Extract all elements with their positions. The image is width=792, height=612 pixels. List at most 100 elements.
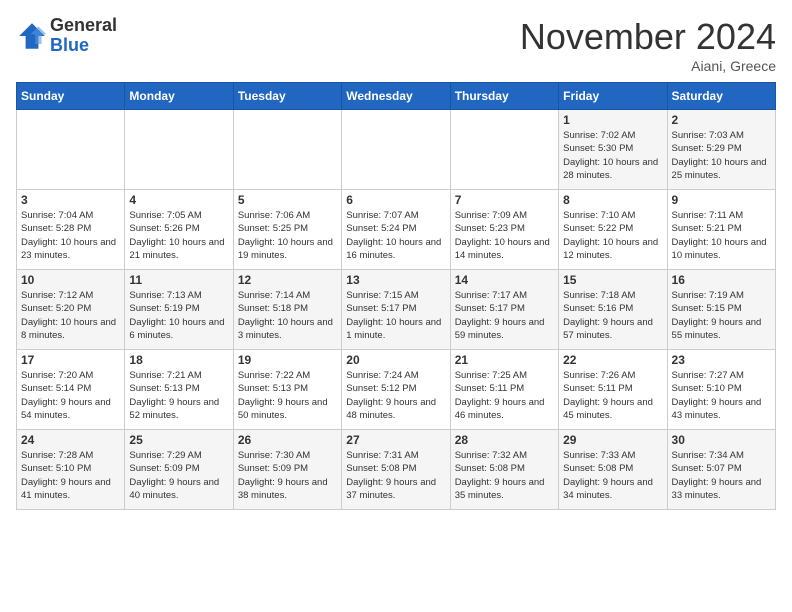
day-info: Sunrise: 7:32 AMSunset: 5:08 PMDaylight:… xyxy=(455,449,554,502)
calendar-week-4: 17 Sunrise: 7:20 AMSunset: 5:14 PMDayligh… xyxy=(17,350,776,430)
day-info: Sunrise: 7:25 AMSunset: 5:11 PMDaylight:… xyxy=(455,369,554,422)
calendar-table: SundayMondayTuesdayWednesdayThursdayFrid… xyxy=(16,82,776,510)
day-number: 24 xyxy=(21,433,120,447)
day-number: 3 xyxy=(21,193,120,207)
day-number: 20 xyxy=(346,353,445,367)
calendar-header-row: SundayMondayTuesdayWednesdayThursdayFrid… xyxy=(17,83,776,110)
calendar-cell: 25 Sunrise: 7:29 AMSunset: 5:09 PMDayligh… xyxy=(125,430,233,510)
calendar-cell: 27Sunrise: 7:31 AMSunset: 5:08 PMDayligh… xyxy=(342,430,450,510)
day-info: Sunrise: 7:14 AMSunset: 5:18 PMDaylight:… xyxy=(238,289,337,342)
calendar-cell: 14Sunrise: 7:17 AMSunset: 5:17 PMDayligh… xyxy=(450,270,558,350)
day-info: Sunrise: 7:12 AMSunset: 5:20 PMDaylight:… xyxy=(21,289,120,342)
day-number: 10 xyxy=(21,273,120,287)
calendar-cell: 7 Sunrise: 7:09 AMSunset: 5:23 PMDaylight… xyxy=(450,190,558,270)
day-number: 9 xyxy=(672,193,771,207)
day-info: Sunrise: 7:03 AMSunset: 5:29 PMDaylight:… xyxy=(672,129,771,182)
calendar-cell: 26 Sunrise: 7:30 AMSunset: 5:09 PMDayligh… xyxy=(233,430,341,510)
calendar-cell: 30Sunrise: 7:34 AMSunset: 5:07 PMDayligh… xyxy=(667,430,775,510)
day-number: 23 xyxy=(672,353,771,367)
calendar-cell: 12 Sunrise: 7:14 AMSunset: 5:18 PMDayligh… xyxy=(233,270,341,350)
day-info: Sunrise: 7:10 AMSunset: 5:22 PMDaylight:… xyxy=(563,209,662,262)
calendar-cell: 11 Sunrise: 7:13 AMSunset: 5:19 PMDayligh… xyxy=(125,270,233,350)
day-info: Sunrise: 7:24 AMSunset: 5:12 PMDaylight:… xyxy=(346,369,445,422)
day-number: 17 xyxy=(21,353,120,367)
logo-general: General xyxy=(50,15,117,35)
logo-blue: Blue xyxy=(50,35,89,55)
day-number: 27 xyxy=(346,433,445,447)
calendar-cell: 13Sunrise: 7:15 AMSunset: 5:17 PMDayligh… xyxy=(342,270,450,350)
day-number: 11 xyxy=(129,273,228,287)
calendar-cell: 24Sunrise: 7:28 AMSunset: 5:10 PMDayligh… xyxy=(17,430,125,510)
day-info: Sunrise: 7:33 AMSunset: 5:08 PMDaylight:… xyxy=(563,449,662,502)
day-info: Sunrise: 7:29 AMSunset: 5:09 PMDaylight:… xyxy=(129,449,228,502)
calendar-cell: 9 Sunrise: 7:11 AMSunset: 5:21 PMDaylight… xyxy=(667,190,775,270)
calendar-cell: 21Sunrise: 7:25 AMSunset: 5:11 PMDayligh… xyxy=(450,350,558,430)
day-info: Sunrise: 7:21 AMSunset: 5:13 PMDaylight:… xyxy=(129,369,228,422)
calendar-cell: 20 Sunrise: 7:24 AMSunset: 5:12 PMDayligh… xyxy=(342,350,450,430)
calendar-cell: 16Sunrise: 7:19 AMSunset: 5:15 PMDayligh… xyxy=(667,270,775,350)
day-info: Sunrise: 7:30 AMSunset: 5:09 PMDaylight:… xyxy=(238,449,337,502)
logo-icon xyxy=(16,20,48,52)
calendar-week-1: 1 Sunrise: 7:02 AMSunset: 5:30 PMDaylight… xyxy=(17,110,776,190)
day-header-wednesday: Wednesday xyxy=(342,83,450,110)
day-header-saturday: Saturday xyxy=(667,83,775,110)
day-number: 8 xyxy=(563,193,662,207)
day-header-sunday: Sunday xyxy=(17,83,125,110)
calendar-cell: 19 Sunrise: 7:22 AMSunset: 5:13 PMDayligh… xyxy=(233,350,341,430)
day-number: 13 xyxy=(346,273,445,287)
day-info: Sunrise: 7:11 AMSunset: 5:21 PMDaylight:… xyxy=(672,209,771,262)
calendar-cell: 22 Sunrise: 7:26 AMSunset: 5:11 PMDayligh… xyxy=(559,350,667,430)
day-number: 2 xyxy=(672,113,771,127)
day-number: 7 xyxy=(455,193,554,207)
day-info: Sunrise: 7:02 AMSunset: 5:30 PMDaylight:… xyxy=(563,129,662,182)
day-info: Sunrise: 7:06 AMSunset: 5:25 PMDaylight:… xyxy=(238,209,337,262)
calendar-week-3: 10 Sunrise: 7:12 AMSunset: 5:20 PMDayligh… xyxy=(17,270,776,350)
calendar-cell: 3Sunrise: 7:04 AMSunset: 5:28 PMDaylight… xyxy=(17,190,125,270)
calendar-cell xyxy=(233,110,341,190)
day-header-friday: Friday xyxy=(559,83,667,110)
calendar-cell: 23 Sunrise: 7:27 AMSunset: 5:10 PMDayligh… xyxy=(667,350,775,430)
calendar-cell: 10 Sunrise: 7:12 AMSunset: 5:20 PMDayligh… xyxy=(17,270,125,350)
day-number: 14 xyxy=(455,273,554,287)
day-number: 5 xyxy=(238,193,337,207)
day-header-tuesday: Tuesday xyxy=(233,83,341,110)
logo: General Blue xyxy=(16,16,117,56)
day-info: Sunrise: 7:09 AMSunset: 5:23 PMDaylight:… xyxy=(455,209,554,262)
day-number: 25 xyxy=(129,433,228,447)
day-info: Sunrise: 7:13 AMSunset: 5:19 PMDaylight:… xyxy=(129,289,228,342)
day-info: Sunrise: 7:20 AMSunset: 5:14 PMDaylight:… xyxy=(21,369,120,422)
calendar-cell: 4Sunrise: 7:05 AMSunset: 5:26 PMDaylight… xyxy=(125,190,233,270)
day-info: Sunrise: 7:27 AMSunset: 5:10 PMDaylight:… xyxy=(672,369,771,422)
page-header: General Blue November 2024 Aiani, Greece xyxy=(16,16,776,74)
calendar-cell xyxy=(450,110,558,190)
location: Aiani, Greece xyxy=(520,58,776,74)
day-info: Sunrise: 7:34 AMSunset: 5:07 PMDaylight:… xyxy=(672,449,771,502)
calendar-cell xyxy=(342,110,450,190)
calendar-cell: 2 Sunrise: 7:03 AMSunset: 5:29 PMDaylight… xyxy=(667,110,775,190)
day-info: Sunrise: 7:18 AMSunset: 5:16 PMDaylight:… xyxy=(563,289,662,342)
day-header-thursday: Thursday xyxy=(450,83,558,110)
calendar-cell: 17 Sunrise: 7:20 AMSunset: 5:14 PMDayligh… xyxy=(17,350,125,430)
day-number: 22 xyxy=(563,353,662,367)
day-info: Sunrise: 7:26 AMSunset: 5:11 PMDaylight:… xyxy=(563,369,662,422)
day-number: 19 xyxy=(238,353,337,367)
day-number: 6 xyxy=(346,193,445,207)
calendar-cell: 5 Sunrise: 7:06 AMSunset: 5:25 PMDaylight… xyxy=(233,190,341,270)
calendar-cell: 28 Sunrise: 7:32 AMSunset: 5:08 PMDayligh… xyxy=(450,430,558,510)
day-number: 4 xyxy=(129,193,228,207)
logo-text: General Blue xyxy=(50,16,117,56)
day-number: 12 xyxy=(238,273,337,287)
calendar-cell: 1 Sunrise: 7:02 AMSunset: 5:30 PMDaylight… xyxy=(559,110,667,190)
day-number: 26 xyxy=(238,433,337,447)
calendar-cell xyxy=(125,110,233,190)
day-header-monday: Monday xyxy=(125,83,233,110)
day-info: Sunrise: 7:07 AMSunset: 5:24 PMDaylight:… xyxy=(346,209,445,262)
day-number: 29 xyxy=(563,433,662,447)
day-number: 28 xyxy=(455,433,554,447)
calendar-cell: 18 Sunrise: 7:21 AMSunset: 5:13 PMDayligh… xyxy=(125,350,233,430)
day-number: 18 xyxy=(129,353,228,367)
day-info: Sunrise: 7:22 AMSunset: 5:13 PMDaylight:… xyxy=(238,369,337,422)
month-title: November 2024 xyxy=(520,16,776,58)
day-number: 1 xyxy=(563,113,662,127)
day-number: 15 xyxy=(563,273,662,287)
